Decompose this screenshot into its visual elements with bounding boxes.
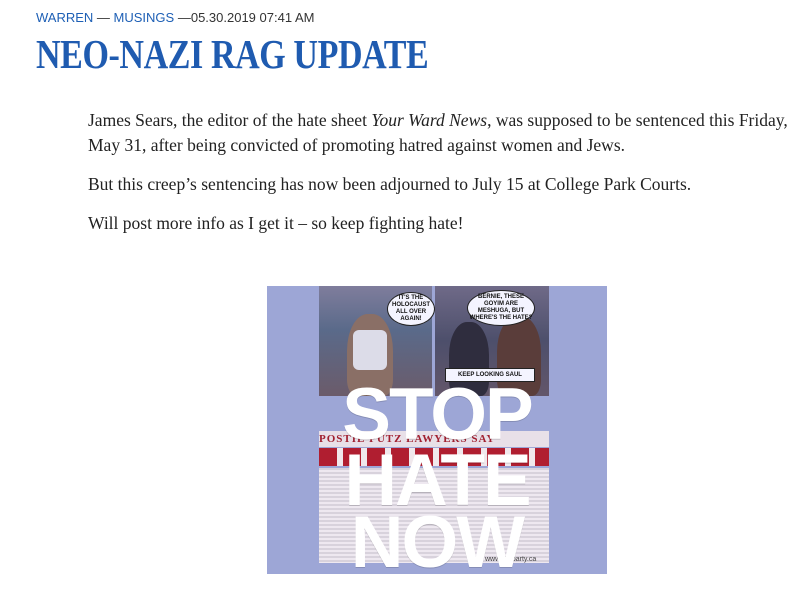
poster-word-now: NOW [350,502,525,574]
speech-bubble-left: IT'S THE HOLOCAUST ALL OVER AGAIN! [387,292,435,326]
stop-hate-now-poster: IT'S THE HOLOCAUST ALL OVER AGAIN! BERNI… [267,286,607,574]
speech-bubble-right: BERNIE, THESE GOYIM ARE MESHUGA, BUT WHE… [467,290,535,326]
post-body: James Sears, the editor of the hate shee… [88,108,788,250]
paragraph-2: But this creep’s sentencing has now been… [88,174,692,194]
postman-shirt [353,330,387,370]
meta-dash: — [177,10,191,25]
publication-name: Your Ward News [371,110,488,130]
meta-separator: — [96,10,110,25]
author-link[interactable]: WARREN [36,10,93,25]
paragraph-1-start: James Sears, the editor of the hate shee… [88,110,372,130]
paragraph-3: Will post more info as I get it – so kee… [88,213,464,233]
post-timestamp: 05.30.2019 07:41 AM [190,10,315,25]
post-title: NEO-NAZI RAG UPDATE [36,31,429,77]
category-link[interactable]: MUSINGS [114,10,175,25]
post-meta: WARREN — MUSINGS —05.30.2019 07:41 AM [36,10,314,25]
paragraph-1: James Sears, the editor of the hate shee… [88,108,788,158]
